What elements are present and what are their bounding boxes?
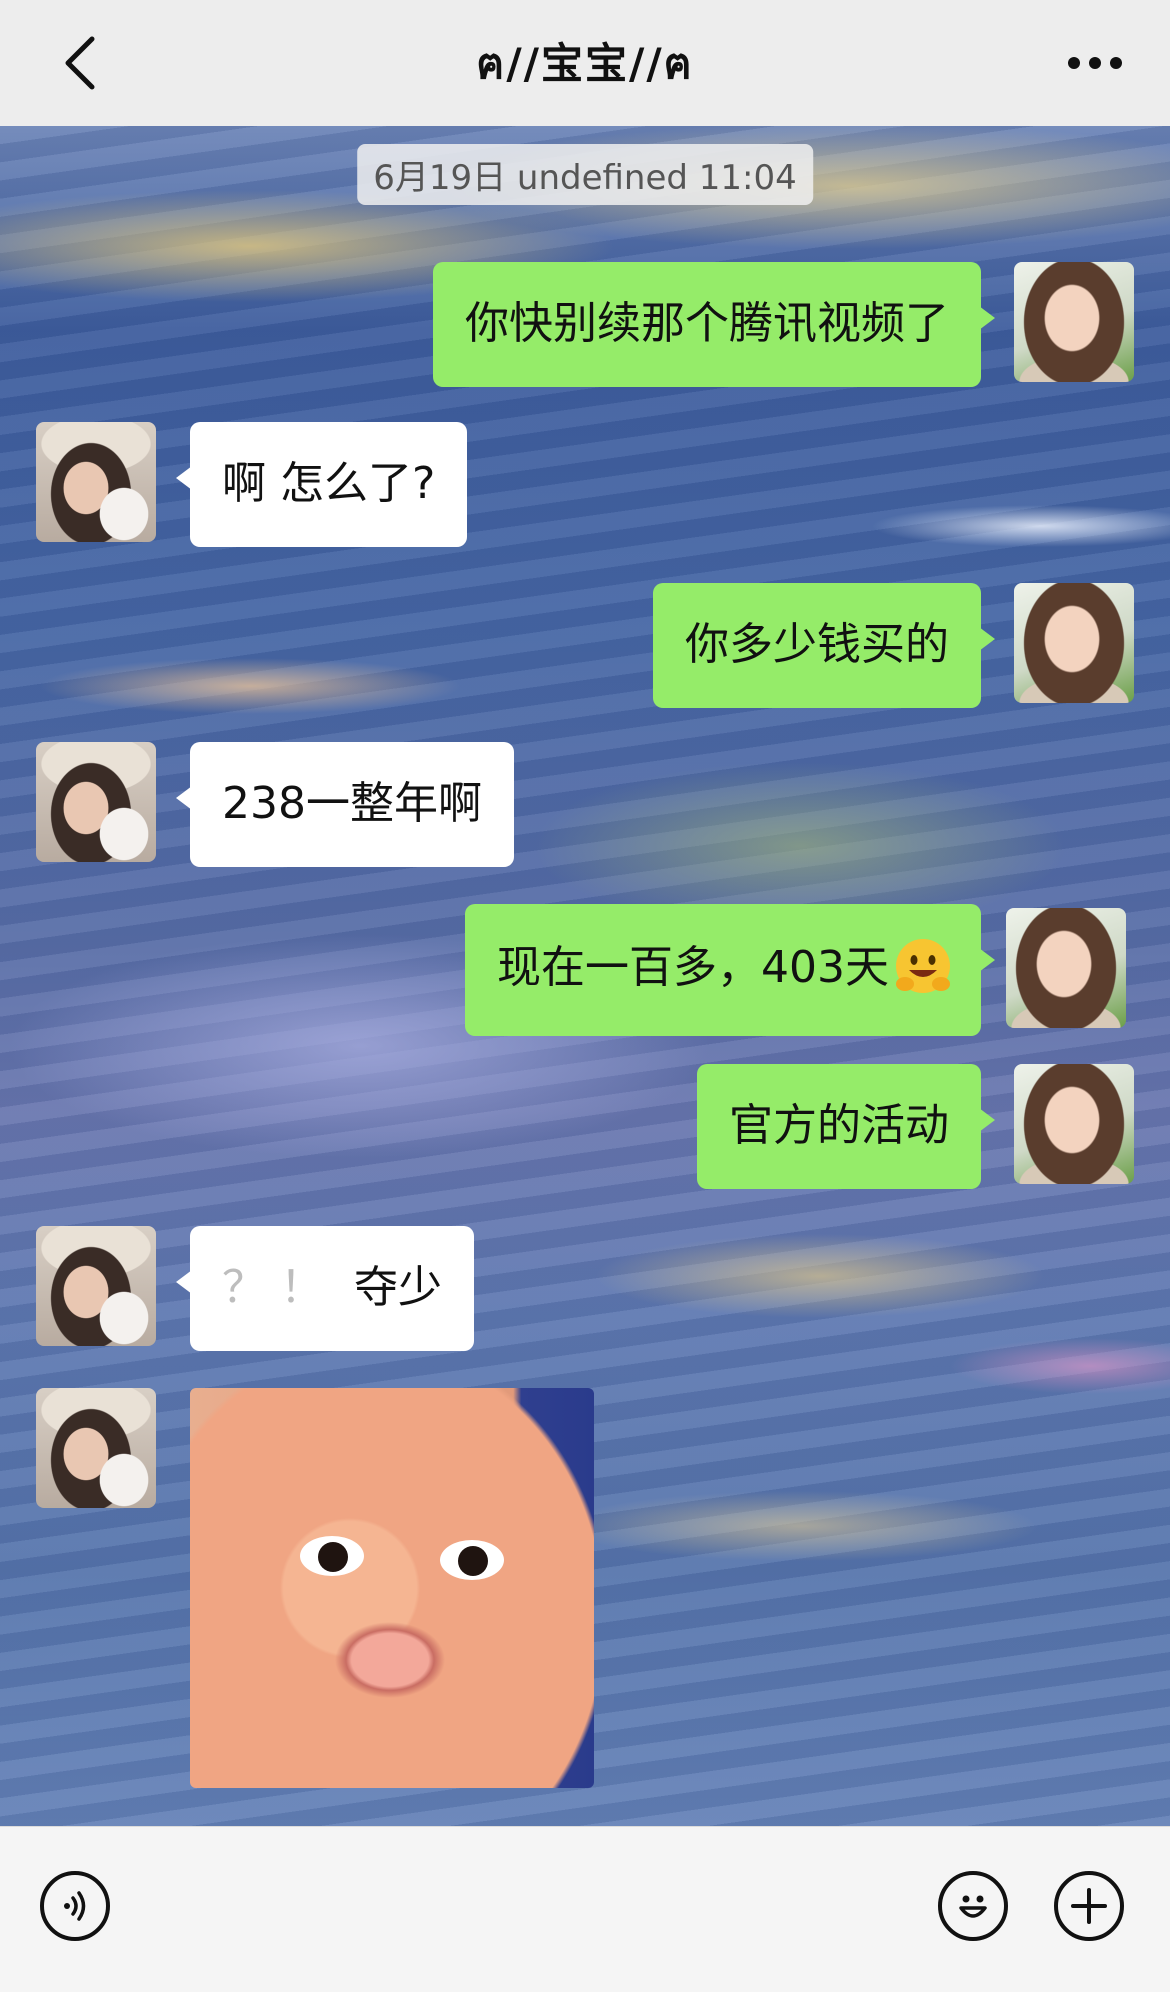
message-text: 夺少 (354, 1262, 442, 1313)
more-button[interactable] (1060, 33, 1130, 93)
sticker-eye-right (440, 1540, 504, 1580)
surprised-baby-sticker[interactable] (190, 1388, 594, 1788)
received-message-bubble[interactable]: ？ ！ 夺少 (176, 1226, 474, 1351)
my-avatar[interactable] (1006, 908, 1126, 1028)
received-message-bubble[interactable]: 238一整年啊 (176, 742, 514, 867)
voice-input-icon (64, 1891, 86, 1921)
sent-message-bubble[interactable]: 官方的活动 (697, 1064, 995, 1189)
input-bar (0, 1826, 1170, 1992)
back-button[interactable] (50, 33, 110, 93)
sent-message-bubble[interactable]: 现在一百多，403天 (465, 904, 995, 1036)
emoji-button[interactable] (938, 1871, 1008, 1941)
message-timestamp: 6月19日 undefined 11:04 (357, 144, 813, 205)
my-avatar[interactable] (1014, 1064, 1134, 1184)
received-message-bubble[interactable]: 啊 怎么了? (175, 422, 468, 547)
my-avatar[interactable] (1014, 583, 1134, 703)
contact-avatar[interactable] (36, 1226, 156, 1346)
my-avatar[interactable] (1014, 262, 1134, 382)
emoji-smile-icon (959, 1895, 987, 1918)
contact-avatar[interactable] (36, 422, 156, 542)
plus-button[interactable] (1054, 1871, 1124, 1941)
grinning-hands-emoji-icon (896, 939, 950, 993)
voice-input-button[interactable] (40, 1871, 110, 1941)
contact-avatar[interactable] (36, 1388, 156, 1508)
chevron-left-icon (65, 36, 95, 90)
message-text: 现在一百多，403天 (497, 942, 889, 993)
chat-area[interactable]: 6月19日 undefined 11:04 你快别续那个腾讯视频了 啊 怎么了?… (0, 126, 1170, 1826)
more-dots-icon (1068, 57, 1122, 69)
chat-title: ฅ//宝宝//ฅ (476, 38, 694, 88)
sent-message-bubble[interactable]: 你多少钱买的 (653, 583, 995, 708)
sent-message-bubble[interactable]: 你快别续那个腾讯视频了 (433, 262, 995, 387)
faded-marks: ？ ！ (222, 1262, 324, 1313)
sticker-eye-left (300, 1536, 364, 1576)
plus-icon (1071, 1888, 1107, 1924)
chat-header: ฅ//宝宝//ฅ (0, 0, 1170, 126)
contact-avatar[interactable] (36, 742, 156, 862)
